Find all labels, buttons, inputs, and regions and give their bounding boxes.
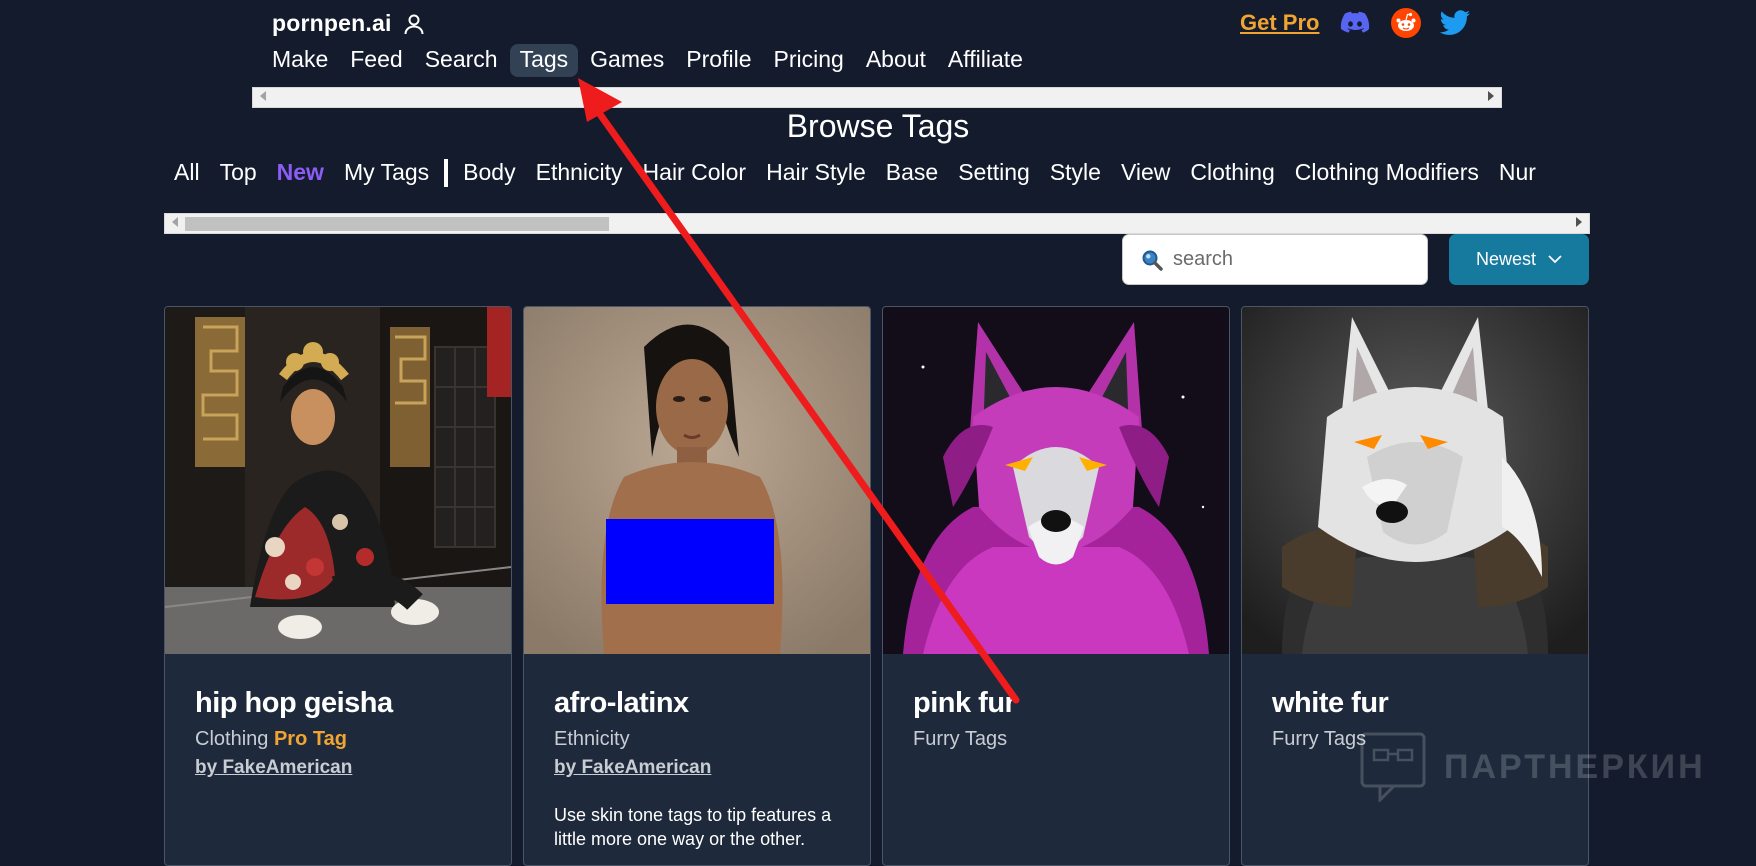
twitter-icon[interactable] [1438,6,1472,40]
tag-card[interactable]: pink fur Furry Tags [882,306,1230,866]
search-box[interactable] [1122,234,1428,285]
tab-new[interactable]: New [267,156,334,189]
tab-body[interactable]: Body [453,156,525,189]
get-pro-link[interactable]: Get Pro [1240,10,1319,36]
tab-all[interactable]: All [164,156,210,189]
sort-dropdown[interactable]: Newest [1449,234,1589,285]
tag-category: Ethnicity [554,728,630,750]
category-scrollbar[interactable] [164,213,1590,234]
sort-label: Newest [1475,249,1537,269]
nav-games[interactable]: Games [580,44,674,77]
user-icon[interactable] [402,12,426,36]
tab-top[interactable]: Top [210,156,267,189]
discord-icon[interactable] [1338,6,1372,40]
tag-category: Furry Tags [913,728,1008,750]
category-divider [444,158,449,187]
tab-hair-color[interactable]: Hair Color [633,156,757,189]
tab-hair-style[interactable]: Hair Style [756,156,876,189]
page-title: Browse Tags [786,108,970,144]
tag-description: Use skin tone tags to tip features a lit… [554,805,832,850]
tab-clothing[interactable]: Clothing [1180,156,1284,189]
main-nav: Make Feed Search Tags Games Profile Pric… [262,44,1033,77]
tag-card[interactable]: afro-latinx Ethnicity by FakeAmerican Us… [523,306,871,866]
nav-make[interactable]: Make [262,44,338,77]
tag-category: Clothing Pro Tag [195,728,491,751]
nav-scrollbar[interactable] [252,87,1502,108]
tag-image [883,307,1229,654]
tag-title[interactable]: afro-latinx [554,687,850,720]
reddit-icon[interactable] [1389,6,1423,40]
nav-profile[interactable]: Profile [676,44,761,77]
nav-tags[interactable]: Tags [509,44,579,77]
tab-view[interactable]: View [1111,156,1180,189]
search-icon [1142,250,1163,271]
brand-logo[interactable]: pornpen.ai [272,10,392,37]
tag-card[interactable]: hip hop geisha Clothing Pro Tag by FakeA… [164,306,512,866]
pro-tag-badge: Pro Tag [273,728,347,750]
chat-bubble-icon [1360,732,1426,802]
tab-ethnicity[interactable]: Ethnicity [526,156,633,189]
tag-title[interactable]: white fur [1272,687,1568,720]
scroll-left-arrow[interactable] [260,91,266,101]
scroll-right-arrow[interactable] [1576,217,1582,227]
chevron-down-icon [1548,255,1562,264]
tag-author-link[interactable]: by FakeAmerican [554,757,711,779]
tab-clothing-modifiers[interactable]: Clothing Modifiers [1285,156,1489,189]
tag-category-name: Clothing [195,728,269,750]
nav-feed[interactable]: Feed [340,44,412,77]
watermark-text: ПАРТНЕРКИН [1444,747,1706,786]
tab-setting[interactable]: Setting [948,156,1040,189]
nav-search[interactable]: Search [415,44,508,77]
watermark: ПАРТНЕРКИН [1360,732,1706,802]
scrollbar-thumb[interactable] [185,217,609,231]
tab-style[interactable]: Style [1040,156,1111,189]
search-input[interactable] [1171,247,1405,272]
tag-title[interactable]: pink fur [913,687,1209,720]
scroll-left-arrow[interactable] [172,217,178,227]
tag-image [524,307,870,654]
nav-pricing[interactable]: Pricing [764,44,854,77]
tab-nudity[interactable]: Nur [1489,156,1546,189]
tab-my-tags[interactable]: My Tags [334,156,439,189]
category-tabs: All Top New My Tags Body Ethnicity Hair … [164,156,1590,198]
nav-affiliate[interactable]: Affiliate [938,44,1033,77]
scroll-right-arrow[interactable] [1488,91,1494,101]
nav-about[interactable]: About [856,44,936,77]
tab-base[interactable]: Base [876,156,948,189]
tag-title[interactable]: hip hop geisha [195,687,491,720]
tag-image [165,307,511,654]
tag-image [1242,307,1588,654]
tag-author-link[interactable]: by FakeAmerican [195,757,352,779]
